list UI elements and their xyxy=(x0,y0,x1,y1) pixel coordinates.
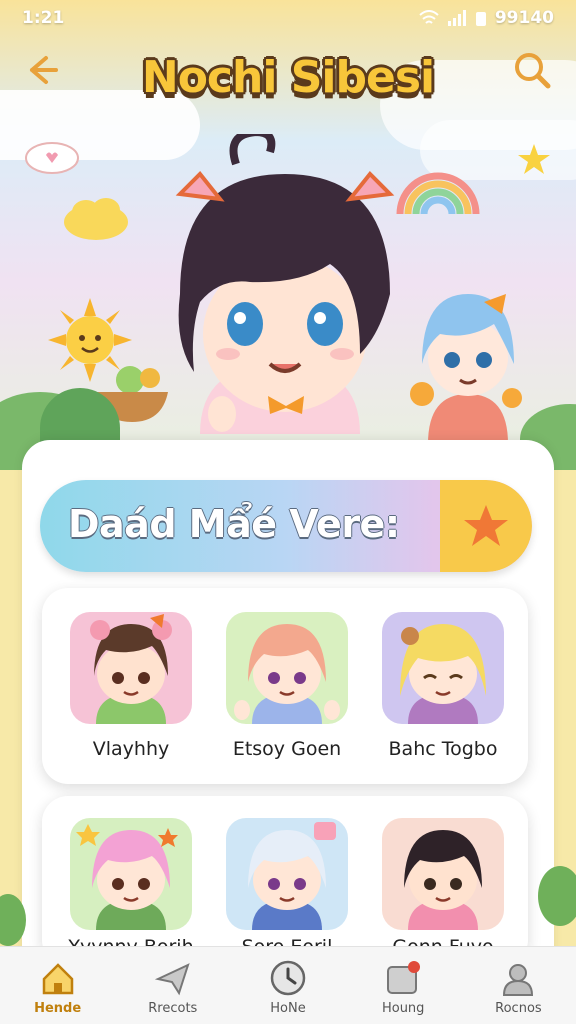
leaf-decoration-icon xyxy=(0,894,26,946)
character-name: Etsoy Goen xyxy=(232,738,342,760)
star-icon xyxy=(518,144,550,174)
tab-profile[interactable]: Rocnos xyxy=(461,947,576,1024)
character-avatar-yyynnv-borih[interactable] xyxy=(70,818,192,930)
status-bar: 1:21 99140 xyxy=(0,0,576,36)
character-avatar-etsoy-goen[interactable] xyxy=(226,612,348,724)
page-title: Nochi Sibesi xyxy=(141,52,435,103)
banner-text: Daád Mẩé Vere: xyxy=(68,502,400,546)
paper-plane-icon xyxy=(154,963,190,996)
bottom-tab-bar: Hende Rrecots HoNe Houng Rocnos xyxy=(0,946,576,1024)
secondary-character-illustration xyxy=(410,294,522,444)
tab-label: Rrecots xyxy=(148,1001,198,1016)
cloud-heart-icon xyxy=(25,142,79,174)
character-avatar-vlayhhy[interactable] xyxy=(70,612,192,724)
featured-banner[interactable]: Daád Mẩé Vere: xyxy=(40,480,532,572)
main-character-illustration xyxy=(175,134,395,434)
clock-icon xyxy=(270,960,306,996)
status-icons: 99140 xyxy=(419,8,554,28)
tab-home[interactable]: Hende xyxy=(0,947,115,1024)
character-name: Vlayhhy xyxy=(92,738,170,760)
battery-icon xyxy=(475,12,486,26)
character-name: Bahc Togbo xyxy=(388,738,498,760)
status-time: 1:21 xyxy=(22,8,65,28)
character-avatar-soro-eoril[interactable] xyxy=(226,818,348,930)
tab-recents[interactable]: Rrecots xyxy=(115,947,230,1024)
character-avatar-bahc-togbo[interactable] xyxy=(382,612,504,724)
favorite-button[interactable] xyxy=(440,480,532,572)
profile-icon xyxy=(503,964,534,996)
character-avatar-gonn-fuvo[interactable] xyxy=(382,818,504,930)
search-icon xyxy=(515,53,551,89)
character-portrait xyxy=(248,822,336,930)
search-button[interactable] xyxy=(510,48,554,92)
tab-label: Houng xyxy=(381,1001,425,1016)
yellow-cloud-icon xyxy=(64,198,128,240)
character-portrait xyxy=(404,830,482,930)
character-portrait xyxy=(76,824,178,930)
character-portrait xyxy=(234,624,340,724)
star-icon xyxy=(464,505,508,546)
home-icon xyxy=(42,963,73,995)
tab-label: HoNe xyxy=(270,1001,306,1016)
signal-icon xyxy=(447,10,466,26)
tab-label: Hende xyxy=(34,1001,82,1016)
tab-label: Rocnos xyxy=(495,1001,542,1016)
tab-calendar[interactable]: Houng xyxy=(346,947,461,1024)
calendar-icon xyxy=(387,961,421,994)
character-portrait xyxy=(90,614,172,724)
status-right-text: 99140 xyxy=(494,8,554,28)
leaf-decoration-icon xyxy=(538,866,576,926)
tab-clock[interactable]: HoNe xyxy=(230,947,345,1024)
wifi-icon xyxy=(419,10,439,24)
character-portrait xyxy=(400,624,486,724)
